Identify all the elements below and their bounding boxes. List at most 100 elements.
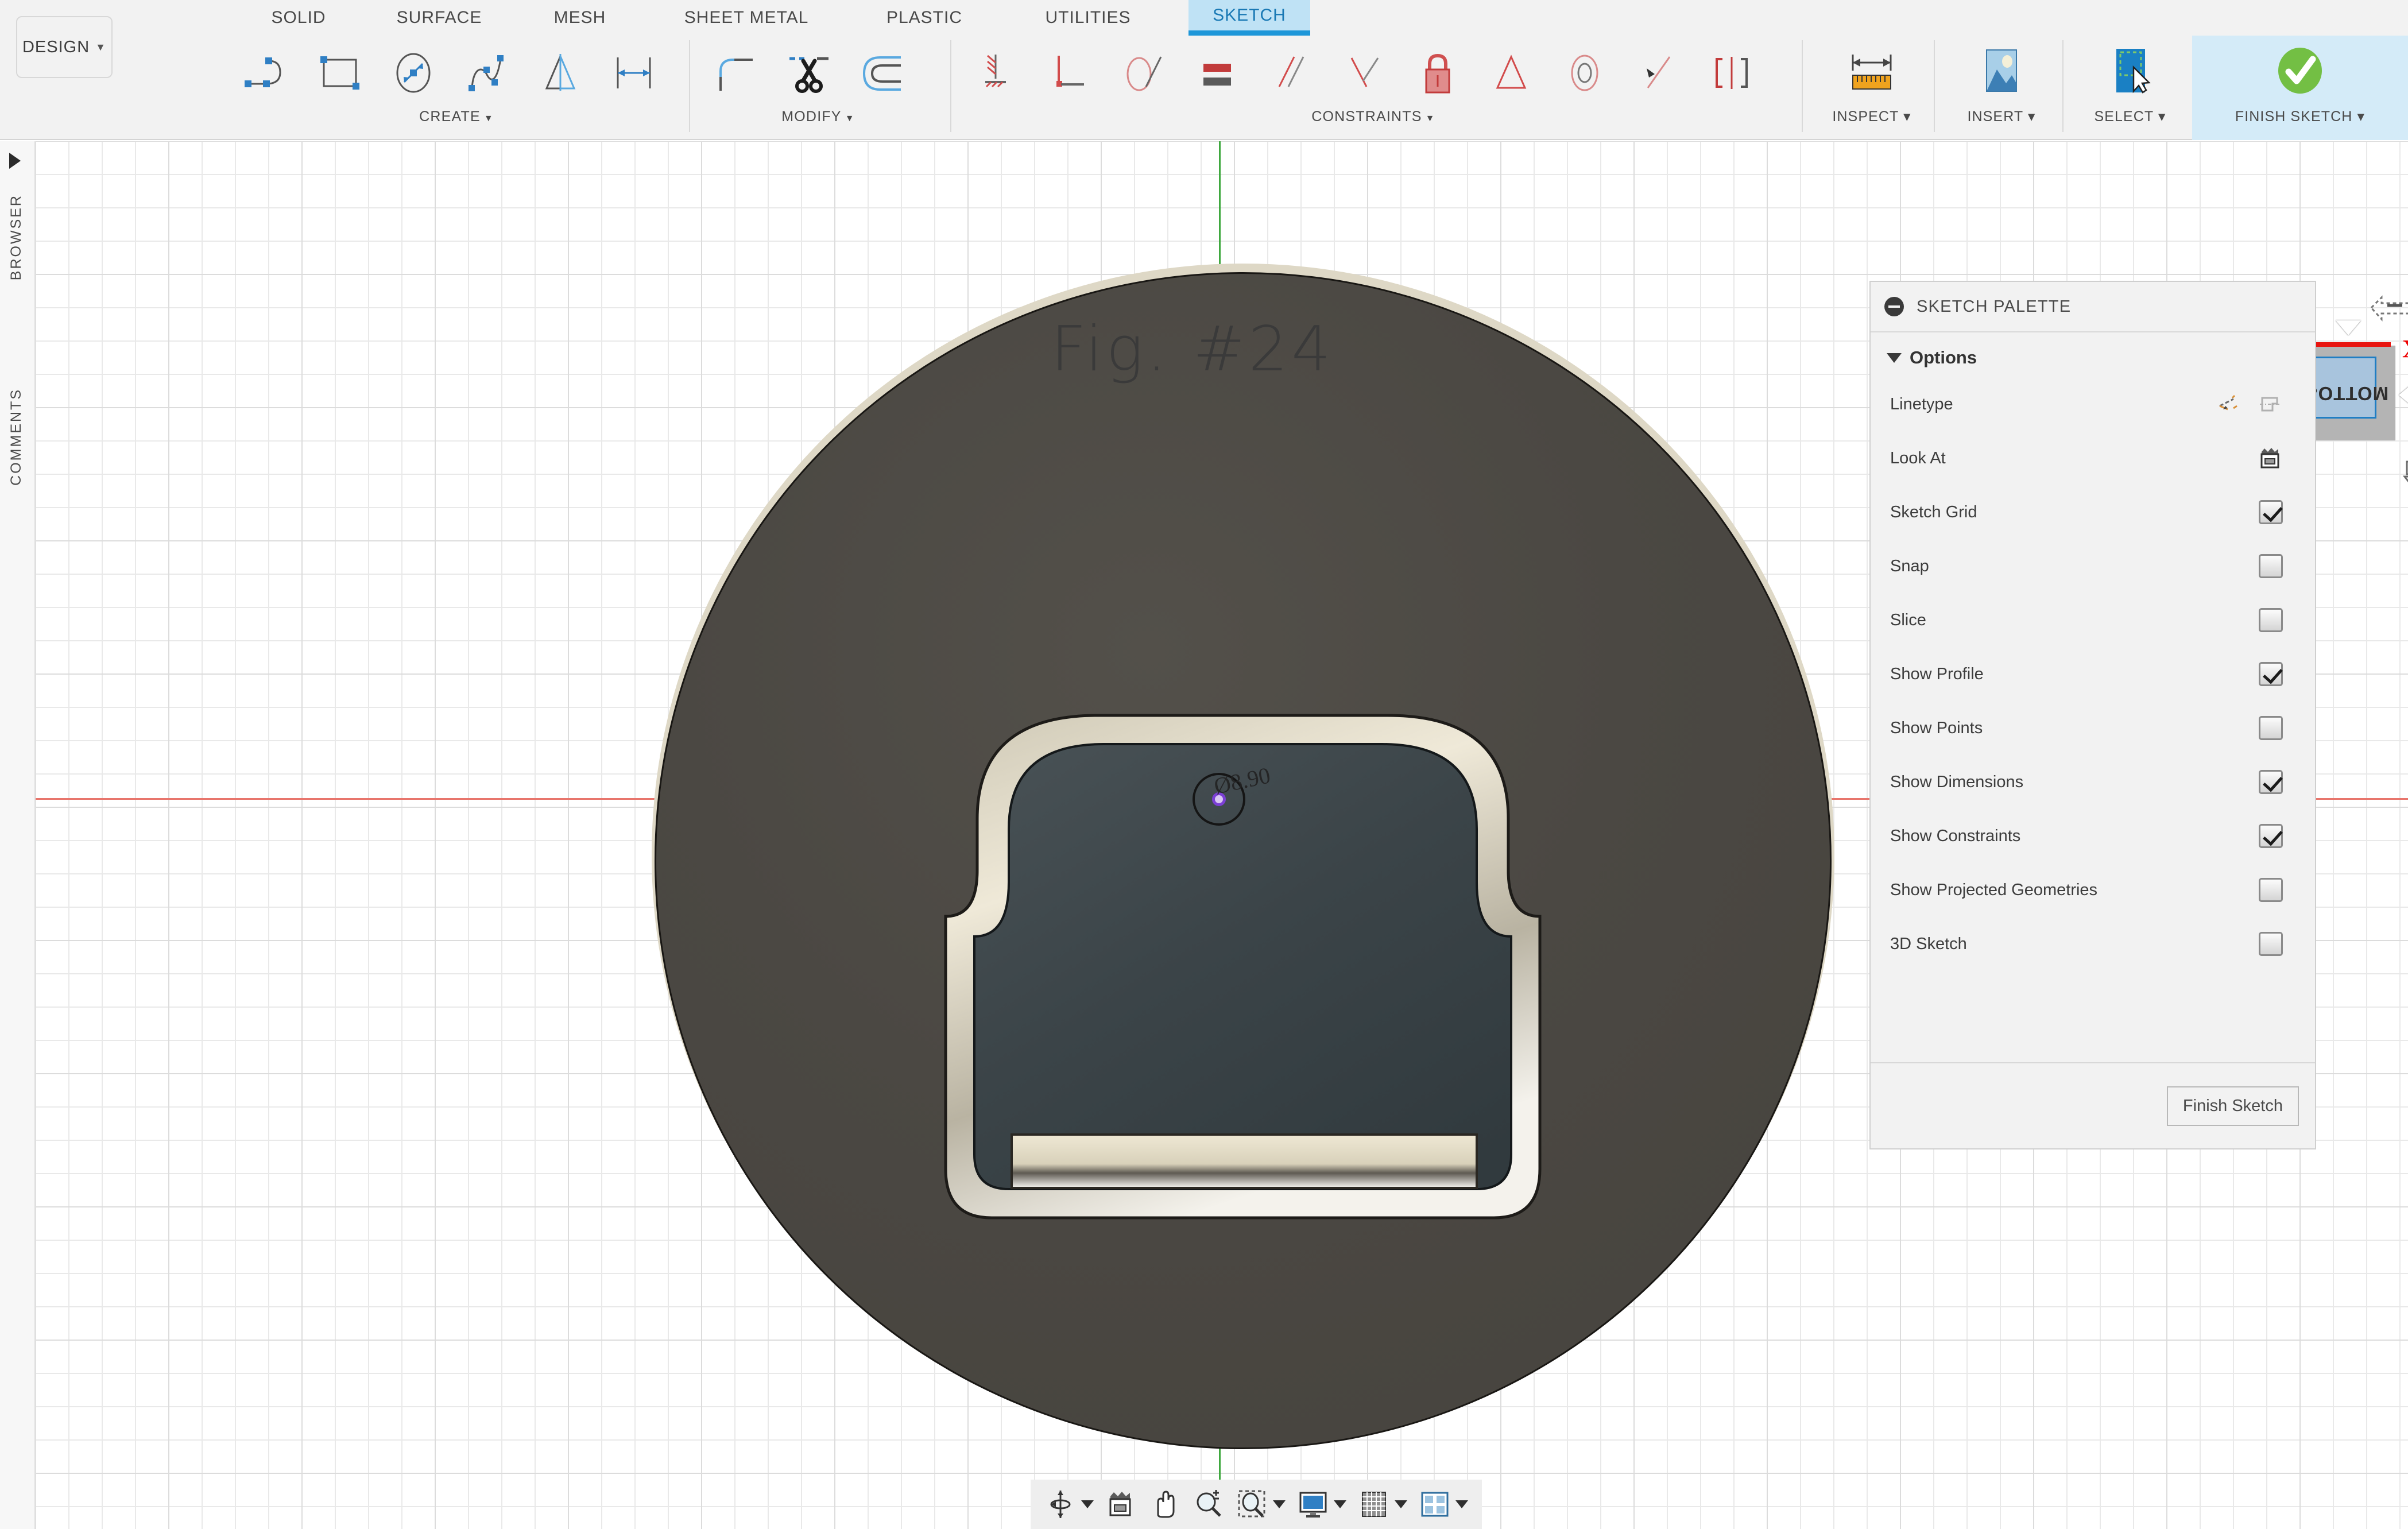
axis-marker-x: X	[2402, 334, 2408, 363]
chevron-down-icon: ▼	[484, 114, 494, 123]
collinear-icon[interactable]	[1033, 39, 1107, 108]
group-label-constraints[interactable]: CONSTRAINTS▼	[960, 109, 1787, 125]
look-at-tool[interactable]	[1100, 1480, 1143, 1529]
chevron-down-icon[interactable]	[1273, 1500, 1286, 1508]
arrow-up-icon[interactable]	[2336, 320, 2361, 335]
equal-icon[interactable]	[1180, 39, 1254, 108]
rectangle-icon[interactable]	[303, 39, 377, 108]
checkbox-sketch-grid[interactable]	[2259, 500, 2283, 524]
tab-utilities[interactable]: UTILITIES	[1016, 0, 1160, 36]
group-label-create[interactable]: CREATE▼	[230, 109, 683, 125]
tab-label: SOLID	[271, 8, 326, 28]
checkbox-3d-sketch[interactable]	[2259, 932, 2283, 956]
trim-scissors-icon[interactable]	[771, 39, 845, 108]
coincident-icon[interactable]	[960, 39, 1033, 108]
chevron-down-icon[interactable]	[1081, 1500, 1094, 1508]
horizontal-vertical-icon[interactable]	[1621, 39, 1695, 108]
chevron-down-icon[interactable]	[1455, 1500, 1468, 1508]
viewports-tool[interactable]	[1413, 1480, 1474, 1529]
tab-surface[interactable]: SURFACE	[373, 0, 505, 36]
option-row-show-profile[interactable]: Show Profile	[1871, 647, 2315, 701]
viewports-icon	[1419, 1488, 1451, 1520]
select-button[interactable]: SELECT ▾	[2074, 36, 2186, 140]
checkbox-snap[interactable]	[2259, 554, 2283, 578]
figure-title: Fig. #24	[1051, 313, 1334, 385]
offset-icon[interactable]	[845, 39, 918, 108]
bread-shaped-cavity[interactable]	[868, 675, 1617, 1267]
sketch-dimension-icon[interactable]	[597, 39, 671, 108]
orbit-icon	[1044, 1488, 1077, 1520]
chevron-down-icon[interactable]	[1334, 1500, 1346, 1508]
display-settings-tool[interactable]	[1291, 1480, 1352, 1529]
option-row-look-at[interactable]: Look At	[1871, 431, 2315, 485]
option-label: Show Points	[1890, 719, 2259, 738]
parallel-icon[interactable]	[1254, 39, 1327, 108]
midpoint-icon[interactable]	[1474, 39, 1548, 108]
checkbox-show-points[interactable]	[2259, 716, 2283, 740]
circle-icon[interactable]	[377, 39, 450, 108]
checkbox-show-projected-geometries[interactable]	[2259, 878, 2283, 902]
pan-hand-icon	[1149, 1488, 1181, 1520]
zoom-tool[interactable]	[1187, 1480, 1230, 1529]
arrow-right-icon[interactable]	[2399, 382, 2408, 408]
chevron-down-icon[interactable]	[1395, 1500, 1407, 1508]
chevron-down-icon: ▼	[845, 114, 855, 123]
tab-sheet-metal[interactable]: SHEET METAL	[655, 0, 838, 36]
checkbox-slice[interactable]	[2259, 608, 2283, 632]
orbit-ccw-icon[interactable]	[2362, 291, 2408, 336]
zoom-window-tool[interactable]	[1230, 1480, 1291, 1529]
option-row-slice[interactable]: Slice	[1871, 593, 2315, 647]
sidebar-item-comments[interactable]: COMMENTS	[8, 388, 25, 486]
option-row-3d-sketch[interactable]: 3D Sketch	[1871, 917, 2315, 971]
group-label-modify[interactable]: MODIFY▼	[698, 109, 939, 125]
tangent-icon[interactable]	[1107, 39, 1180, 108]
option-row-linetype[interactable]: Linetype	[1871, 377, 2315, 431]
checkbox-show-dimensions[interactable]	[2259, 770, 2283, 794]
symmetry-icon[interactable]	[1695, 39, 1768, 108]
design-canvas[interactable]: Ø8.90 Fig. #24 BOTTOM	[36, 141, 2408, 1529]
option-row-show-points[interactable]: Show Points	[1871, 701, 2315, 755]
pan-tool[interactable]	[1143, 1480, 1187, 1529]
orbit-tool[interactable]	[1039, 1480, 1100, 1529]
sketch-palette-panel[interactable]: SKETCH PALETTE Options Linetype	[1869, 281, 2316, 1149]
tab-label: SHEET METAL	[684, 8, 809, 28]
select-window-icon	[2103, 36, 2158, 103]
options-section-header[interactable]: Options	[1871, 332, 2315, 377]
concentric-icon[interactable]	[1548, 39, 1621, 108]
grid-snaps-tool[interactable]	[1352, 1480, 1413, 1529]
option-label: Show Dimensions	[1890, 773, 2259, 792]
navigation-bar[interactable]	[1031, 1480, 1482, 1529]
linetype-construction-icon[interactable]	[2215, 391, 2241, 417]
option-row-sketch-grid[interactable]: Sketch Grid	[1871, 485, 2315, 539]
option-row-show-dimensions[interactable]: Show Dimensions	[1871, 755, 2315, 809]
arrow-down-icon[interactable]	[2399, 457, 2408, 503]
look-at-icon[interactable]	[2256, 445, 2283, 471]
tab-mesh[interactable]: MESH	[528, 0, 632, 36]
option-row-snap[interactable]: Snap	[1871, 539, 2315, 593]
finish-sketch-ribbon-button[interactable]: FINISH SKETCH ▾	[2192, 36, 2408, 140]
option-row-show-constraints[interactable]: Show Constraints	[1871, 809, 2315, 863]
expand-arrow-icon[interactable]	[9, 153, 21, 169]
insert-label: INSERT ▾	[1967, 108, 2035, 125]
option-row-show-projected-geometries[interactable]: Show Projected Geometries	[1871, 863, 2315, 917]
linetype-centerline-icon[interactable]	[2256, 391, 2283, 417]
tab-sketch[interactable]: SKETCH	[1188, 0, 1310, 36]
finish-sketch-button[interactable]: Finish Sketch	[2167, 1086, 2299, 1126]
tab-label: SURFACE	[397, 8, 482, 28]
tab-plastic[interactable]: PLASTIC	[861, 0, 988, 36]
line-icon[interactable]	[230, 39, 303, 108]
mirror-icon[interactable]	[524, 39, 597, 108]
checkbox-show-constraints[interactable]	[2259, 824, 2283, 848]
select-label: SELECT ▾	[2094, 108, 2166, 125]
tab-solid[interactable]: SOLID	[247, 0, 350, 36]
fillet-icon[interactable]	[698, 39, 771, 108]
fix-lock-icon[interactable]	[1401, 39, 1474, 108]
minus-circle-icon[interactable]	[1884, 297, 1904, 316]
inspect-button[interactable]: INSPECT ▾	[1814, 36, 1929, 140]
perpendicular-icon[interactable]	[1327, 39, 1401, 108]
insert-button[interactable]: INSERT ▾	[1945, 36, 2058, 140]
sidebar-item-browser[interactable]: BROWSER	[8, 194, 25, 280]
spline-icon[interactable]	[450, 39, 524, 108]
checkbox-show-profile[interactable]	[2259, 662, 2283, 686]
finish-sketch-label: FINISH SKETCH ▾	[2235, 108, 2365, 125]
